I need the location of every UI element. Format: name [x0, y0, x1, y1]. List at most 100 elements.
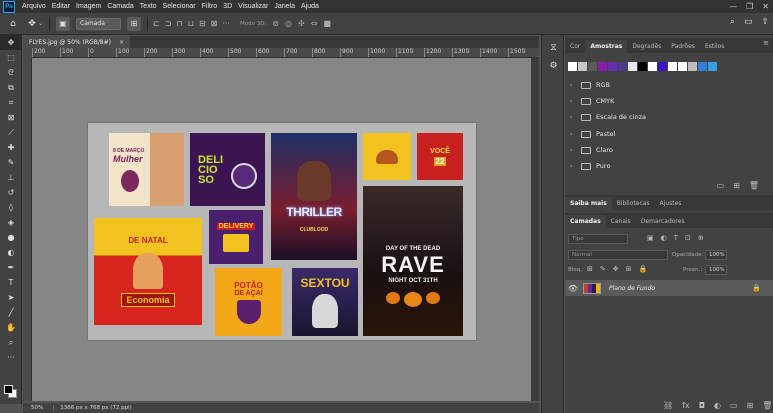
lasso-tool-icon[interactable]: ᘓ [0, 65, 22, 80]
document-info[interactable]: 1366 px x 768 px (72 ppi) [53, 405, 132, 411]
tab-bibliotecas[interactable]: Bibliotecas [612, 197, 655, 210]
align-center-icon[interactable]: ⊐ [165, 19, 172, 28]
opacity-field[interactable]: 100% [705, 250, 727, 260]
align-left-icon[interactable]: ⊏ [153, 19, 160, 28]
blend-mode-select[interactable]: Normal [568, 250, 668, 260]
dodge-tool-icon[interactable]: ◐ [0, 245, 22, 260]
tab-camadas[interactable]: Camadas [565, 215, 606, 228]
drag-3d-icon[interactable]: ✣ [298, 19, 305, 28]
canvas-area[interactable]: 8 DE MARÇO Mulher DELI CIO SO THRILLER C… [32, 58, 539, 401]
menu-camada[interactable]: Camada [104, 3, 136, 10]
lock-artboard-icon[interactable]: ⊞ [626, 265, 632, 273]
link-layers-icon[interactable]: ⛓ [663, 401, 673, 410]
align-middle-icon[interactable]: ⊟ [199, 19, 206, 28]
marquee-tool-icon[interactable]: ⬚ [0, 50, 22, 65]
filter-smart-icon[interactable]: ⊕ [698, 234, 704, 242]
chevron-right-icon[interactable]: › [570, 131, 576, 138]
tab-demarcadores[interactable]: Demarcadores [636, 215, 690, 228]
swatch-group-puro[interactable]: › Puro [570, 158, 770, 174]
tab-estilos[interactable]: Estilos [700, 40, 729, 53]
object-select-tool-icon[interactable]: ⧉ [0, 80, 22, 95]
roll-3d-icon[interactable]: ◎ [285, 19, 292, 28]
photoshop-logo[interactable]: Ps [3, 0, 15, 13]
document-canvas[interactable]: 8 DE MARÇO Mulher DELI CIO SO THRILLER C… [88, 123, 476, 340]
swatch[interactable] [638, 62, 647, 71]
minimize-button[interactable]: — [729, 2, 737, 11]
home-icon[interactable]: ⌂ [7, 19, 19, 29]
swatch[interactable] [568, 62, 577, 71]
align-right-icon[interactable]: ⊓ [176, 19, 182, 28]
swatch[interactable] [588, 62, 597, 71]
swatch[interactable] [618, 62, 627, 71]
menu-ajuda[interactable]: Ajuda [298, 3, 322, 10]
document-tab[interactable]: FLYES.jpg @ 50% (RGB/8#) × [23, 36, 131, 48]
share-icon[interactable]: ⇪ [761, 17, 769, 27]
tab-amostras[interactable]: Amostras [585, 40, 628, 53]
menu-editar[interactable]: Editar [49, 3, 73, 10]
swatch[interactable] [628, 62, 637, 71]
auto-select-checkbox[interactable]: ▣ [56, 16, 71, 31]
lock-transparent-icon[interactable]: ⊠ [587, 265, 593, 273]
swatch-group-claro[interactable]: › Claro [570, 142, 770, 158]
filter-pixel-icon[interactable]: ▣ [647, 234, 654, 242]
swatch[interactable] [608, 62, 617, 71]
tab-canais[interactable]: Canais [606, 215, 636, 228]
menu-texto[interactable]: Texto [137, 3, 160, 10]
move-tool-icon[interactable]: ✥ [26, 19, 38, 29]
swatch-group-pastel[interactable]: › Pastel [570, 126, 770, 142]
transform-controls-checkbox[interactable]: ⊞ [127, 16, 142, 31]
visibility-eye-icon[interactable]: 👁 [565, 284, 581, 293]
brush-tool-icon[interactable]: ✎ [0, 155, 22, 170]
tab-ajustes[interactable]: Ajustes [655, 197, 687, 210]
line-tool-icon[interactable]: ╱ [0, 305, 22, 320]
swatch[interactable] [658, 62, 667, 71]
type-tool-icon[interactable]: T [0, 275, 22, 290]
swatch[interactable] [678, 62, 687, 71]
lock-all-icon[interactable]: 🔒 [639, 265, 648, 273]
new-group-icon[interactable]: ▭ [730, 401, 738, 410]
more-options-icon[interactable]: ··· [222, 19, 230, 28]
healing-brush-icon[interactable]: ✚ [0, 140, 22, 155]
close-tab-icon[interactable]: × [119, 39, 124, 46]
layer-style-icon[interactable]: fx [682, 401, 690, 410]
layer-name[interactable]: Plano de Fundo [609, 285, 655, 292]
swatch[interactable] [648, 62, 657, 71]
layer-mask-icon[interactable]: ◘ [699, 401, 705, 410]
clone-stamp-icon[interactable]: ⊥ [0, 170, 22, 185]
trash-icon[interactable]: 🗑 [749, 181, 759, 190]
restore-button[interactable]: ❐ [746, 2, 753, 11]
menu-3d[interactable]: 3D [220, 3, 235, 10]
layer-row[interactable]: 👁 Plano de Fundo 🔒 [565, 280, 773, 296]
new-swatch-icon[interactable]: ⊞ [733, 181, 740, 190]
tab-degrades[interactable]: Degradês [627, 40, 666, 53]
swatch[interactable] [668, 62, 677, 71]
chevron-right-icon[interactable]: › [570, 82, 576, 89]
history-panel-icon[interactable]: ⧖ [542, 39, 565, 57]
search-icon[interactable]: ⌕ [730, 17, 735, 27]
swatch[interactable] [698, 62, 707, 71]
menu-selecionar[interactable]: Selecionar [160, 3, 199, 10]
swatch-group-rgb[interactable]: › RGB [570, 77, 770, 93]
orbit-3d-icon[interactable]: ⊚ [272, 19, 279, 28]
swatch[interactable] [708, 62, 717, 71]
blur-tool-icon[interactable]: ● [0, 230, 22, 245]
zoom-tool-icon[interactable]: ⌕ [0, 335, 22, 350]
swatch[interactable] [578, 62, 587, 71]
filter-type-icon[interactable]: T [674, 234, 678, 242]
new-group-icon[interactable]: ▭ [717, 181, 725, 190]
move-tool-icon[interactable]: ✥ [0, 35, 22, 50]
close-button[interactable]: ✕ [762, 2, 769, 11]
align-bottom-icon[interactable]: ⊠ [211, 19, 218, 28]
swatch-group-cmyk[interactable]: › CMYK [570, 93, 770, 109]
paint-bucket-icon[interactable]: ◈ [0, 215, 22, 230]
more-tools-icon[interactable]: ··· [0, 350, 22, 365]
menu-janela[interactable]: Janela [271, 3, 298, 10]
vertical-ruler[interactable] [23, 58, 32, 401]
tool-preset-chevron-icon[interactable]: ⌄ [38, 20, 43, 27]
swatch-group-escala-de-cinza[interactable]: › Escala de cinza [570, 109, 770, 125]
slide-3d-icon[interactable]: ⇔ [311, 19, 318, 28]
crop-tool-icon[interactable]: ⌗ [0, 95, 22, 110]
align-top-icon[interactable]: ⊔ [188, 19, 194, 28]
menu-visualizar[interactable]: Visualizar [235, 3, 271, 10]
vertical-scrollbar[interactable] [531, 58, 539, 401]
